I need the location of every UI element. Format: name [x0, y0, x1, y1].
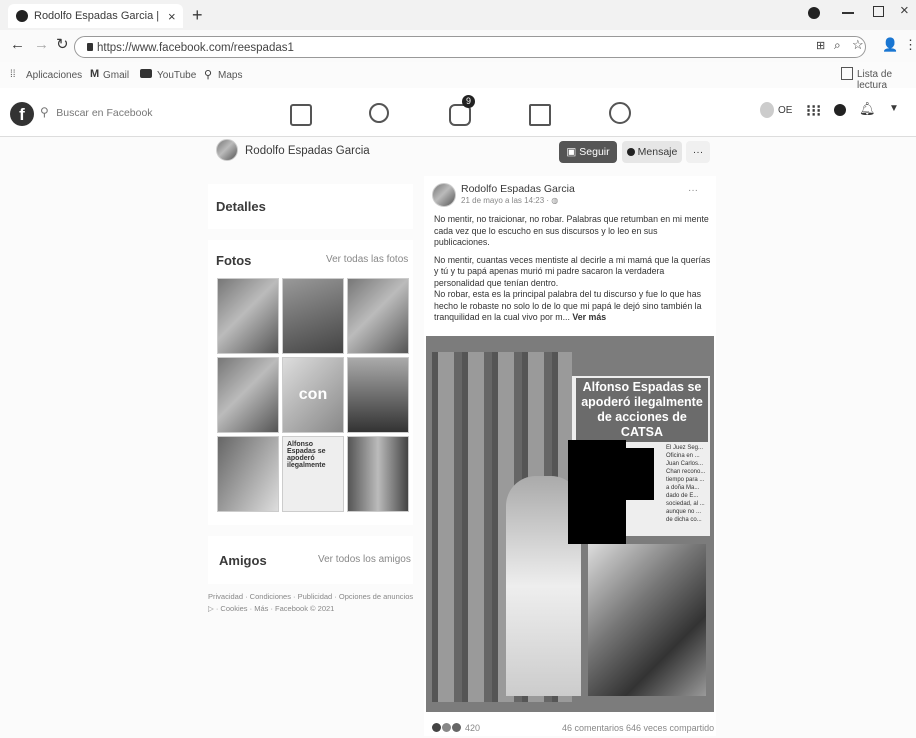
home-icon[interactable] [290, 104, 312, 126]
photo-thumbnail[interactable] [217, 357, 279, 433]
browser-menu-icon[interactable]: ⋮ [904, 37, 916, 53]
post-stats[interactable]: 46 comentarios 646 veces compartido [562, 723, 714, 733]
follow-label: Seguir [579, 146, 610, 158]
user-avatar-icon[interactable] [760, 102, 774, 118]
reload-icon[interactable]: ↻ [56, 35, 69, 53]
gmail-icon: M [90, 68, 100, 80]
search-page-icon[interactable]: ⌕ [834, 38, 841, 53]
watch-notification-badge: 9 [462, 95, 475, 108]
tab-close-icon[interactable]: × [168, 9, 176, 24]
photo-thumbnail[interactable] [347, 357, 409, 433]
photo-thumbnail[interactable]: con [282, 357, 344, 433]
menu-grid-icon[interactable]: ⁝⁝⁝ [806, 101, 821, 121]
see-more-link[interactable]: Ver más [572, 312, 606, 322]
inset-photo [588, 544, 706, 696]
star-icon[interactable]: ☆ [852, 37, 864, 53]
bookmark-gmail[interactable]: Gmail [103, 70, 129, 81]
photo-thumbnail[interactable] [347, 436, 409, 512]
notifications-bell-icon[interactable]: 🔔︎ [859, 101, 876, 117]
account-circle-icon[interactable] [808, 7, 820, 19]
post-paragraph: No mentir, cuantas veces mentiste al dec… [434, 254, 711, 288]
footer-links[interactable]: Privacidad · Condiciones · Publicidad · … [208, 592, 418, 601]
see-all-friends-link[interactable]: Ver todos los amigos [318, 554, 411, 565]
zoom-icon[interactable]: ⊞ [816, 39, 825, 52]
post-author-name[interactable]: Rodolfo Espadas Garcia [461, 183, 575, 195]
photo-thumbnail[interactable]: Alfonso Espadas se apoderó ilegalmente [217, 436, 279, 512]
profile-name[interactable]: Rodolfo Espadas Garcia [245, 145, 370, 157]
wow-reaction-icon [452, 723, 461, 732]
facebook-logo-icon[interactable]: f [10, 102, 34, 126]
tab-title: Rodolfo Espadas Garcia | Faceb... [34, 10, 162, 22]
marketplace-icon[interactable] [529, 104, 551, 126]
minimize-icon[interactable] [842, 12, 854, 14]
facebook-favicon-icon [16, 10, 28, 22]
photo-thumbnail[interactable] [217, 278, 279, 354]
messenger-icon[interactable] [834, 104, 846, 116]
restore-icon[interactable] [873, 6, 884, 17]
details-title: Detalles [216, 199, 266, 214]
new-tab-button[interactable]: + [192, 5, 203, 26]
forward-arrow-icon[interactable]: → [34, 36, 49, 53]
post-timestamp-text: 21 de mayo a las 14:23 · [461, 196, 552, 205]
bookmark-apps[interactable]: Aplicaciones [26, 70, 82, 81]
like-reaction-icon [432, 723, 441, 732]
post-menu-icon[interactable]: ··· [688, 185, 698, 196]
lock-icon [87, 43, 93, 51]
search-placeholder: Buscar en Facebook [56, 107, 153, 119]
bookmark-youtube[interactable]: YouTube [157, 70, 196, 81]
user-initials[interactable]: OE [778, 105, 792, 116]
post-paragraph: No mentir, no traicionar, no robar. Pala… [434, 214, 709, 247]
redaction-block [624, 448, 654, 500]
bookmarks-bar [0, 62, 916, 86]
globe-icon: ◍ [551, 196, 559, 205]
redaction-block [568, 440, 626, 544]
groups-icon[interactable] [609, 102, 631, 124]
reactions-count[interactable]: 420 [465, 723, 480, 733]
follow-icon: ▣ [566, 146, 577, 158]
photo-grid: con Alfonso Espadas se apoderó ilegalmen… [217, 278, 409, 516]
messenger-small-icon [626, 148, 635, 156]
post-timestamp[interactable]: 21 de mayo a las 14:23 · ◍ [461, 196, 558, 205]
post-text: No mentir, no traicionar, no robar. Pala… [434, 214, 712, 324]
more-options-button[interactable]: ··· [686, 141, 710, 163]
message-button[interactable]: Mensaje [622, 141, 682, 163]
see-all-photos-link[interactable]: Ver todas las fotos [326, 254, 408, 265]
follow-button[interactable]: ▣ Seguir [559, 141, 617, 163]
reading-list-icon [841, 67, 853, 80]
profile-avatar[interactable] [216, 139, 238, 161]
back-arrow-icon[interactable]: ← [10, 36, 25, 53]
article-text: El Juez Seg... Oficina en ... Juan Carlo… [666, 445, 706, 523]
message-label: Mensaje [637, 146, 678, 158]
friends-icon[interactable] [369, 103, 389, 123]
footer-copyright: ▷ · Cookies · Más · Facebook © 2021 [208, 604, 335, 613]
post-image[interactable]: Alfonso Espadas se apoderó ilegalmente d… [426, 336, 714, 712]
post-author-avatar[interactable] [432, 183, 456, 207]
bookmark-maps[interactable]: Maps [218, 70, 242, 81]
photo-thumbnail[interactable] [282, 278, 344, 354]
youtube-icon [140, 69, 152, 78]
maps-pin-icon: ⚲ [204, 69, 213, 81]
profile-icon[interactable]: 👤 [882, 37, 898, 53]
reaction-icons[interactable] [432, 723, 461, 732]
post-paragraph: No robar, esta es la principal palabra d… [434, 289, 712, 324]
headline-text: Alfonso Espadas se apoderó ilegalmente d… [576, 378, 708, 442]
browser-tab[interactable]: Rodolfo Espadas Garcia | Faceb... × [8, 4, 183, 28]
search-facebook-input[interactable]: ⚲ Buscar en Facebook [40, 103, 230, 125]
post-paragraph-text: No robar, esta es la principal palabra d… [434, 289, 702, 322]
apps-grid-icon: ⁞⁞ [10, 69, 16, 80]
search-icon: ⚲ [40, 105, 49, 119]
address-bar[interactable]: https://www.facebook.com/reespadas1 [74, 36, 866, 58]
friends-title: Amigos [219, 553, 267, 568]
photos-title: Fotos [216, 253, 252, 268]
love-reaction-icon [442, 723, 451, 732]
photo-thumbnail[interactable] [347, 278, 409, 354]
account-dropdown-icon[interactable]: ▼ [889, 103, 899, 114]
close-window-icon[interactable]: × [900, 2, 909, 19]
photo-thumbnail[interactable]: Alfonso Espadas se apoderó ilegalmente [282, 436, 344, 512]
